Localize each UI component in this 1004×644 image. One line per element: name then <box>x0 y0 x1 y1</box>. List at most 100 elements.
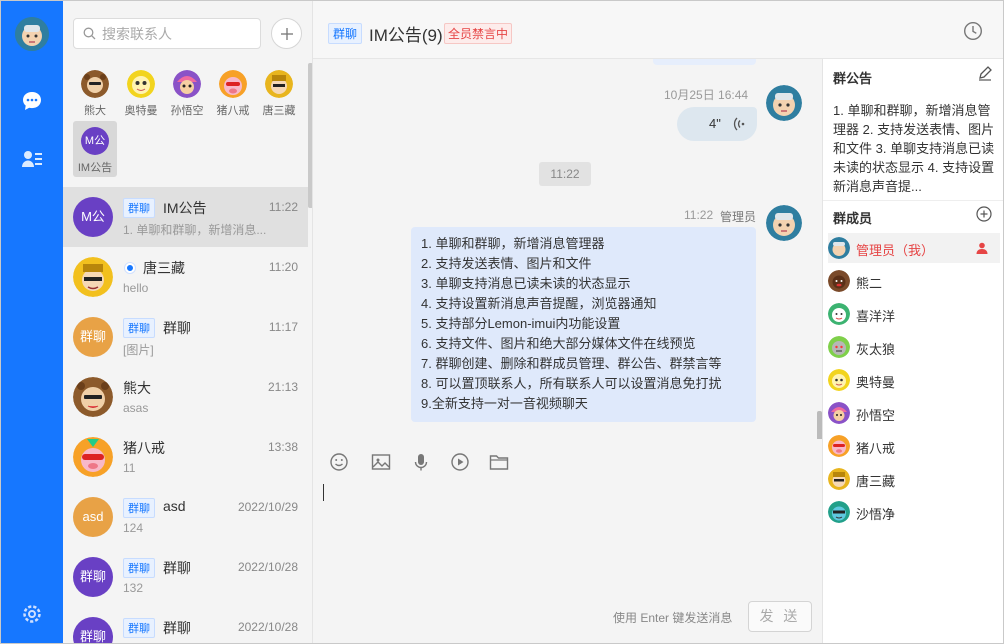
avatar: 群聊 <box>73 557 113 597</box>
voice-wave-icon <box>732 116 746 135</box>
avatar <box>766 205 802 241</box>
search-icon <box>83 27 96 45</box>
send-hint: 使用 Enter 键发送消息 <box>613 611 733 625</box>
avatar: 群聊 <box>73 617 113 643</box>
conversation-preview: [图片] <box>123 343 154 357</box>
member-name: 奥特曼 <box>856 375 896 390</box>
conversation-preview: 124 <box>123 521 144 535</box>
member-name: 沙悟净 <box>856 507 896 522</box>
microphone-icon[interactable] <box>411 452 431 472</box>
contacts-icon[interactable] <box>20 147 44 171</box>
conversation-time: 13:38 <box>267 440 298 454</box>
conversation-name: asd <box>163 498 186 514</box>
conversation-time: 21:13 <box>267 380 298 394</box>
my-avatar[interactable] <box>15 17 49 51</box>
quick-contact-name: 奥特曼 <box>124 105 158 117</box>
avatar <box>73 377 113 417</box>
conversation-preview: hello <box>123 281 149 295</box>
quick-contact[interactable]: 奥特曼 <box>119 69 163 123</box>
video-play-icon[interactable] <box>450 452 470 472</box>
message-line: 8. 可以置顶联系人，所有联系人可以设置消息免打扰 <box>421 376 722 391</box>
chat-header: 群聊 IM公告(9) 全员禁言中 <box>313 1 1003 59</box>
member-name: 灰太狼 <box>856 342 896 357</box>
folder-icon[interactable] <box>489 452 509 472</box>
emoji-icon[interactable] <box>329 452 349 472</box>
edit-pencil-icon[interactable] <box>977 65 993 86</box>
conversation-preview: 1. 单聊和群聊，新增消息... <box>123 223 267 237</box>
message-sender: 管理员 <box>720 210 757 224</box>
message-line: 4. 支持设置新消息声音提醒，浏览器通知 <box>421 296 657 311</box>
chat-title: IM公告(9) <box>369 26 443 45</box>
conversation-item[interactable]: 猪八戒 13:38 11 <box>63 427 308 487</box>
add-button[interactable] <box>271 18 302 49</box>
conversation-item[interactable]: 熊大 21:13 asas <box>63 367 308 427</box>
avatar <box>766 85 802 121</box>
conversation-list: M公 群聊 IM公告 11:22 1. 单聊和群聊，新增消息... 唐三藏 11… <box>63 187 308 643</box>
voice-message[interactable]: 4" <box>677 107 757 141</box>
group-tag: 群聊 <box>123 558 155 578</box>
member-item[interactable]: 熊二 <box>828 266 1000 296</box>
send-button[interactable]: 发 送 <box>748 601 812 632</box>
history-clock-icon[interactable] <box>963 21 983 46</box>
contacts-panel: 熊大 奥特曼 孙悟空 猪八戒 唐三藏 M公 IM公告 <box>63 1 313 643</box>
search-box <box>73 18 261 49</box>
settings-icon[interactable] <box>20 602 44 626</box>
avatar: asd <box>73 497 113 537</box>
avatar <box>828 270 850 292</box>
quick-contact-name: 猪八戒 <box>216 105 250 117</box>
avatar: M公 <box>81 127 109 155</box>
message-line: 3. 单聊支持消息已读未读的状态显示 <box>421 276 631 291</box>
message-line: 2. 支持发送表情、图片和文件 <box>421 256 592 271</box>
conversation-preview: 132 <box>123 581 144 595</box>
chat-icon[interactable] <box>20 89 44 113</box>
conversation-item[interactable]: 唐三藏 11:20 hello <box>63 247 308 307</box>
conversation-name: 群聊 <box>163 620 191 636</box>
member-item[interactable]: 奥特曼 <box>828 365 1000 395</box>
notice-title: 群公告 <box>833 71 873 86</box>
divider <box>823 200 1003 201</box>
member-item[interactable]: 唐三藏 <box>828 464 1000 494</box>
conversation-preview: 11 <box>123 461 136 475</box>
member-item[interactable]: 孙悟空 <box>828 398 1000 428</box>
conversation-item[interactable]: asd 群聊 asd 2022/10/29 124 <box>63 487 308 547</box>
quick-contact[interactable]: 猪八戒 <box>211 69 255 123</box>
member-name: 猪八戒 <box>856 441 896 456</box>
avatar <box>265 70 293 98</box>
avatar <box>828 501 850 523</box>
conversation-item[interactable]: 群聊 群聊 群聊 11:17 [图片] <box>63 307 308 367</box>
conversation-item[interactable]: M公 群聊 IM公告 11:22 1. 单聊和群聊，新增消息... <box>63 187 308 247</box>
conversation-item[interactable]: 群聊 群聊 群聊 2022/10/28 <box>63 607 308 643</box>
quick-contact[interactable]: 熊大 <box>73 69 117 123</box>
quick-contact[interactable]: 唐三藏 <box>257 69 301 123</box>
search-input[interactable] <box>102 24 252 43</box>
avatar <box>828 369 850 391</box>
quick-contact-name: 唐三藏 <box>262 105 296 117</box>
text-message[interactable]: 1. 单聊和群聊，新增消息管理器 2. 支持发送表情、图片和文件 3. 单聊支持… <box>411 227 756 422</box>
avatar <box>219 70 247 98</box>
avatar <box>73 437 113 477</box>
member-item[interactable]: 沙悟净 <box>828 497 1000 527</box>
group-tag: 群聊 <box>123 198 155 218</box>
conversation-item[interactable]: 群聊 群聊 群聊 2022/10/28 132 <box>63 547 308 607</box>
muted-badge: 全员禁言中 <box>444 23 513 44</box>
member-item[interactable]: 猪八戒 <box>828 431 1000 461</box>
avatar <box>81 70 109 98</box>
add-member-icon[interactable] <box>976 206 992 227</box>
quick-contact[interactable]: 孙悟空 <box>165 69 209 123</box>
image-icon[interactable] <box>371 452 391 472</box>
conversation-time: 2022/10/28 <box>237 620 298 634</box>
text-caret <box>323 484 324 501</box>
online-dot-icon <box>125 263 135 273</box>
voice-duration: 4" <box>709 116 721 131</box>
message-input[interactable] <box>313 479 822 579</box>
member-name: 孙悟空 <box>856 408 896 423</box>
quick-contact-active[interactable]: M公 IM公告 <box>73 121 117 177</box>
group-tag: 群聊 <box>123 318 155 338</box>
member-item[interactable]: 灰太狼 <box>828 332 1000 362</box>
conversation-name: 猪八戒 <box>123 440 165 456</box>
quick-contact-name: 孙悟空 <box>170 105 204 117</box>
member-item[interactable]: 喜洋洋 <box>828 299 1000 329</box>
avatar <box>173 70 201 98</box>
member-item[interactable]: 管理员（我） <box>828 233 1000 263</box>
avatar <box>828 237 850 259</box>
